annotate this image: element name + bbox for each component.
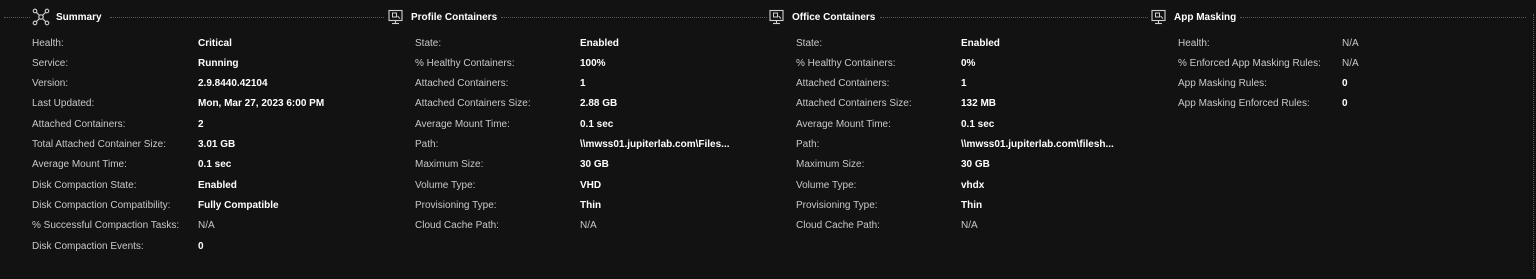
field-label: State: [796, 38, 823, 49]
field-value: VHD [580, 180, 602, 191]
field-value: Thin [961, 200, 983, 211]
field-value: N/A [1342, 38, 1359, 49]
field-label: Maximum Size: [796, 159, 865, 170]
container-screen-icon [387, 8, 405, 26]
field-label: Last Updated: [32, 98, 95, 109]
field-value: 2.88 GB [580, 98, 618, 109]
network-nodes-icon [32, 8, 50, 26]
field-value: N/A [1342, 58, 1359, 69]
container-screen-icon [768, 8, 786, 26]
field-label: State: [415, 38, 442, 49]
section-title: Summary [56, 11, 102, 23]
field-label: Volume Type: [796, 180, 857, 191]
field-label: % Enforced App Masking Rules: [1178, 58, 1321, 69]
field-label: Attached Containers: [415, 78, 509, 89]
field-label: Total Attached Container Size: [32, 139, 166, 150]
field-label: Average Mount Time: [415, 119, 510, 130]
field-value: 0% [961, 58, 976, 69]
field-label: Disk Compaction Events: [32, 241, 144, 252]
field-label: % Healthy Containers: [415, 58, 515, 69]
profile-containers-section: Profile Containers State: Enabled % Healt… [387, 8, 767, 268]
field-value: Enabled [198, 180, 237, 191]
field-value: \\mwss01.jupiterlab.com\filesh... [961, 139, 1114, 150]
field-value: 1 [580, 78, 586, 89]
field-label: Attached Containers: [32, 119, 126, 130]
fslogix-status-panel: Summary Health: Critical Service: Running … [0, 0, 1536, 279]
header-divider [501, 17, 767, 18]
field-label: Disk Compaction State: [32, 180, 137, 191]
field-value: 132 MB [961, 98, 997, 109]
field-label: Disk Compaction Compatibility: [32, 200, 171, 211]
field-label: % Successful Compaction Tasks: [32, 220, 180, 231]
app-masking-header: App Masking [1150, 8, 1236, 26]
field-value: 100% [580, 58, 606, 69]
office-containers-header: Office Containers [768, 8, 875, 26]
field-value: 30 GB [961, 159, 990, 170]
field-value: Mon, Mar 27, 2023 6:00 PM [198, 98, 325, 109]
field-label: Provisioning Type: [415, 200, 497, 211]
header-divider [110, 17, 384, 18]
field-label: Attached Containers Size: [415, 98, 531, 109]
field-value: \\mwss01.jupiterlab.com\Files... [580, 139, 730, 150]
field-value: Thin [580, 200, 602, 211]
section-title: Office Containers [792, 11, 876, 23]
field-label: Cloud Cache Path: [796, 220, 880, 231]
field-value: 0 [1342, 78, 1348, 89]
field-value: 0.1 sec [961, 119, 995, 130]
field-value: N/A [198, 220, 215, 231]
field-label: Provisioning Type: [796, 200, 878, 211]
field-value: 1 [961, 78, 967, 89]
field-value: 0 [198, 241, 204, 252]
field-value: 2 [198, 119, 204, 130]
field-label: Health: [32, 38, 64, 49]
leading-divider [4, 17, 30, 18]
field-label: Cloud Cache Path: [415, 220, 499, 231]
header-divider [880, 17, 1148, 18]
field-value: vhdx [961, 180, 985, 191]
field-label: Health: [1178, 38, 1210, 49]
summary-header: Summary [32, 8, 102, 26]
field-value: N/A [580, 220, 597, 231]
field-value: Running [198, 58, 239, 69]
office-containers-section: Office Containers State: Enabled % Health… [768, 8, 1148, 268]
field-label: Attached Containers: [796, 78, 890, 89]
field-label: Average Mount Time: [796, 119, 891, 130]
container-screen-icon [1150, 8, 1168, 26]
field-value: 0.1 sec [198, 159, 232, 170]
field-label: Volume Type: [415, 180, 476, 191]
field-label: App Masking Rules: [1178, 78, 1267, 89]
field-value: Critical [198, 38, 232, 49]
field-value: 2.9.8440.42104 [198, 78, 268, 89]
field-value: 0.1 sec [580, 119, 614, 130]
field-value: 3.01 GB [198, 139, 236, 150]
summary-section: Summary Health: Critical Service: Running … [32, 8, 388, 268]
field-label: Path: [415, 139, 439, 150]
field-label: Average Mount Time: [32, 159, 127, 170]
right-edge-divider [1533, 14, 1534, 270]
field-value: Fully Compatible [198, 200, 279, 211]
field-value: 30 GB [580, 159, 609, 170]
section-title: App Masking [1174, 11, 1237, 23]
field-value: Enabled [580, 38, 619, 49]
field-value: Enabled [961, 38, 1000, 49]
field-value: N/A [961, 220, 978, 231]
field-label: Maximum Size: [415, 159, 484, 170]
app-masking-section: App Masking Health: N/A % Enforced App Ma… [1150, 8, 1530, 268]
field-value: 0 [1342, 98, 1348, 109]
field-label: Path: [796, 139, 820, 150]
field-label: Service: [32, 58, 69, 69]
field-label: App Masking Enforced Rules: [1178, 98, 1310, 109]
section-title: Profile Containers [411, 11, 498, 23]
field-label: Attached Containers Size: [796, 98, 912, 109]
profile-containers-header: Profile Containers [387, 8, 497, 26]
field-label: Version: [32, 78, 69, 89]
field-label: % Healthy Containers: [796, 58, 896, 69]
header-divider [1240, 17, 1526, 18]
